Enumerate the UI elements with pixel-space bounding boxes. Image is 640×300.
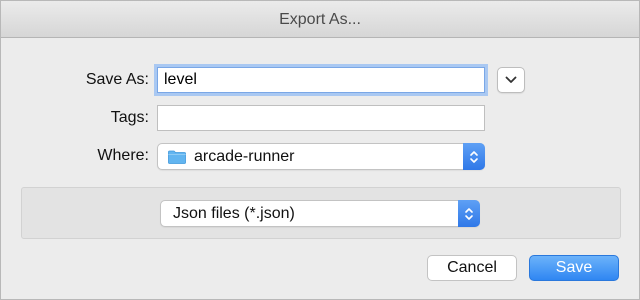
save-button[interactable]: Save <box>529 255 619 281</box>
where-value: arcade-runner <box>194 148 295 165</box>
tags-field[interactable] <box>157 105 485 131</box>
export-dialog: Export As... Save As: level Tags: Where:… <box>0 0 640 300</box>
tags-label-box: Tags: <box>31 105 149 131</box>
folder-icon <box>168 150 186 164</box>
where-popup[interactable]: arcade-runner <box>157 143 485 170</box>
chevron-down-icon <box>505 76 517 83</box>
where-stepper <box>463 143 485 170</box>
cancel-button[interactable]: Cancel <box>427 255 517 281</box>
up-down-arrows-icon <box>470 150 478 163</box>
expand-dialog-button[interactable] <box>497 67 525 93</box>
save-as-label: Save As: <box>85 71 149 88</box>
where-label-box: Where: <box>31 143 149 169</box>
where-label: Where: <box>97 147 149 164</box>
file-format-value: Json files (*.json) <box>173 205 295 222</box>
file-format-popup[interactable]: Json files (*.json) <box>160 200 480 227</box>
dialog-title: Export As... <box>1 1 639 38</box>
save-as-field[interactable]: level <box>157 67 485 93</box>
tags-label: Tags: <box>110 109 149 126</box>
save-as-label-box: Save As: <box>31 67 149 93</box>
format-accessory-panel: Json files (*.json) <box>21 187 621 239</box>
save-as-value: level <box>164 71 197 88</box>
up-down-arrows-icon <box>465 207 473 220</box>
file-format-stepper <box>458 200 480 227</box>
